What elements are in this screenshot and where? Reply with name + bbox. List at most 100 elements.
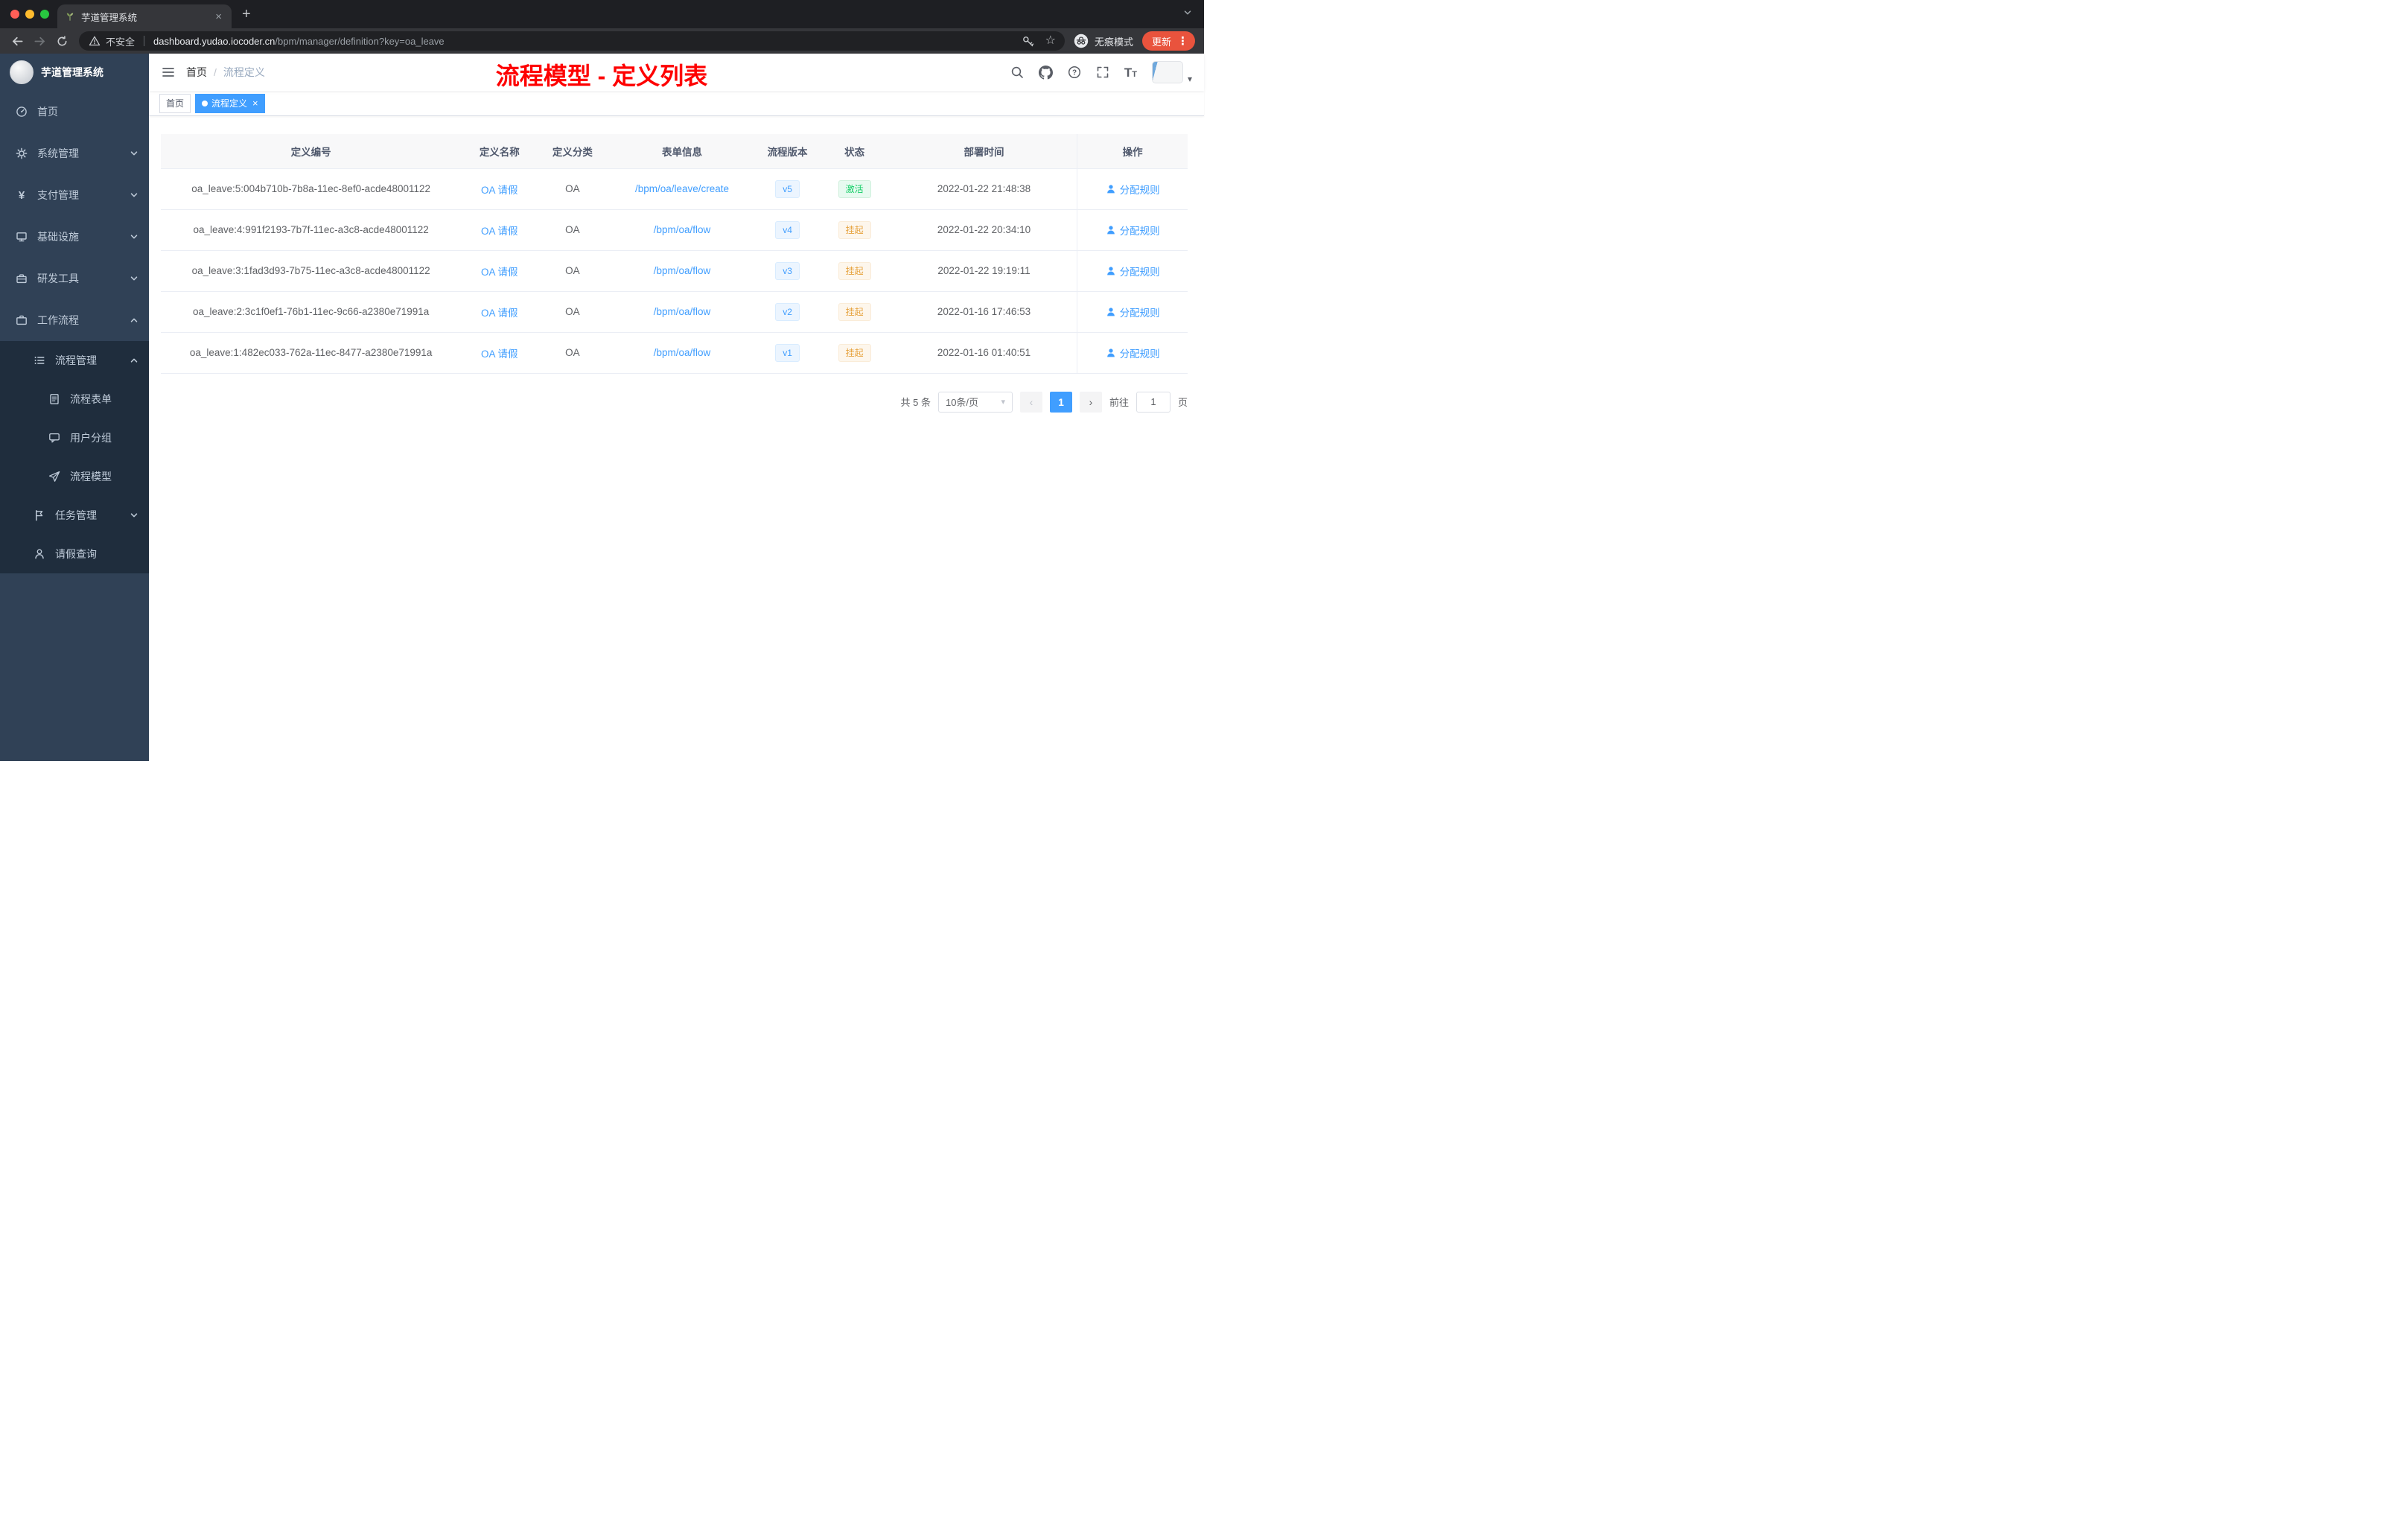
form-link[interactable]: /bpm/oa/leave/create <box>635 183 729 194</box>
sidebar-item-infrastructure[interactable]: 基础设施 <box>0 216 149 258</box>
form-link[interactable]: /bpm/oa/flow <box>654 265 711 276</box>
browser-menu-icon[interactable]: ⋮ <box>1177 34 1188 48</box>
close-window-button[interactable] <box>10 10 19 19</box>
security-chip[interactable]: 不安全 <box>88 34 135 48</box>
assign-rule-link[interactable]: 分配规则 <box>1106 305 1160 319</box>
status-tag: 挂起 <box>838 302 871 321</box>
status-tag: 挂起 <box>838 343 871 362</box>
reload-button[interactable] <box>51 31 73 51</box>
assign-rule-link[interactable]: 分配规则 <box>1106 182 1160 197</box>
assign-rule-label: 分配规则 <box>1119 266 1160 278</box>
definition-name-link[interactable]: OA 请假 <box>481 267 518 278</box>
deploy-time-cell: 2022-01-16 17:46:53 <box>891 291 1077 333</box>
table-row: oa_leave:1:482ec033-762a-11ec-8477-a2380… <box>161 332 1188 374</box>
avatar[interactable] <box>1151 61 1183 83</box>
breadcrumb-current: 流程定义 <box>223 66 265 78</box>
bookmark-star-icon[interactable]: ☆ <box>1045 35 1056 47</box>
version-tag: v2 <box>775 302 800 321</box>
view-tag[interactable]: 首页 <box>159 93 191 113</box>
tab-title: 芋道管理系统 <box>81 12 138 23</box>
goto-page-input[interactable] <box>1135 391 1170 413</box>
security-label: 不安全 <box>106 36 136 48</box>
sidebar-item-label: 任务管理 <box>55 509 97 521</box>
sidebar-item-label: 支付管理 <box>37 189 79 201</box>
back-button[interactable] <box>6 31 28 51</box>
assign-rule-link[interactable]: 分配规则 <box>1106 223 1160 238</box>
definition-name-link[interactable]: OA 请假 <box>481 308 518 319</box>
version-tag: v1 <box>775 343 800 362</box>
definition-name-link[interactable]: OA 请假 <box>481 226 518 237</box>
definition-name-link[interactable]: OA 请假 <box>481 185 518 196</box>
font-size-icon[interactable]: TT <box>1124 66 1137 79</box>
hamburger-icon[interactable] <box>161 65 176 80</box>
incognito-icon <box>1074 34 1089 48</box>
update-button[interactable]: 更新 ⋮ <box>1141 31 1195 51</box>
svg-text:?: ? <box>1072 69 1077 77</box>
page-number-button[interactable]: 1 <box>1049 391 1072 413</box>
status-tag: 挂起 <box>838 261 871 280</box>
forward-button[interactable] <box>28 31 51 51</box>
tab-close-icon[interactable]: × <box>213 10 224 23</box>
sidebar-item-payment[interactable]: ¥ 支付管理 <box>0 174 149 216</box>
page-size-select[interactable]: 10条/页 ▾ <box>937 391 1013 413</box>
goto-label: 前往 <box>1109 397 1129 408</box>
chevron-down-icon <box>130 149 138 158</box>
breadcrumb: 首页 / 流程定义 <box>186 65 265 80</box>
sidebar-item-home[interactable]: 首页 <box>0 91 149 133</box>
sidebar-item-task-manage[interactable]: 任务管理 <box>0 496 149 535</box>
sidebar-item-label: 工作流程 <box>37 314 79 326</box>
url-text: dashboard.yudao.iocoder.cn/bpm/manager/d… <box>153 36 445 47</box>
definition-id-cell: oa_leave:2:3c1f0ef1-76b1-11ec-9c66-a2380… <box>161 291 462 333</box>
sidebar-item-label: 研发工具 <box>37 273 79 284</box>
sidebar-item-workflow[interactable]: 工作流程 <box>0 299 149 341</box>
chevron-up-icon <box>130 316 138 325</box>
user-menu[interactable]: ▾ <box>1151 61 1192 84</box>
form-link[interactable]: /bpm/oa/flow <box>654 306 711 317</box>
version-tag: v3 <box>775 261 800 280</box>
address-bar[interactable]: 不安全 dashboard.yudao.iocoder.cn/bpm/manag… <box>79 31 1065 51</box>
view-tag[interactable]: 流程定义 × <box>195 93 265 113</box>
sidebar-item-process-form[interactable]: 流程表单 <box>0 380 149 418</box>
sidebar-item-label: 请假查询 <box>55 548 97 560</box>
table-row: oa_leave:5:004b710b-7b8a-11ec-8ef0-acde4… <box>161 168 1188 210</box>
browser-tab[interactable]: 芋道管理系统 × <box>57 4 232 28</box>
password-key-icon[interactable] <box>1022 34 1035 48</box>
table-header-row: 定义编号 定义名称 定义分类 表单信息 流程版本 状态 部署时间 操作 <box>161 134 1188 169</box>
assign-rule-link[interactable]: 分配规则 <box>1106 346 1160 360</box>
form-link[interactable]: /bpm/oa/flow <box>654 224 711 235</box>
form-link[interactable]: /bpm/oa/flow <box>654 347 711 358</box>
tab-list-chevron-icon[interactable] <box>1183 8 1192 17</box>
user-icon <box>1106 184 1116 194</box>
yen-icon: ¥ <box>18 188 25 202</box>
breadcrumb-home[interactable]: 首页 <box>186 65 207 80</box>
zoom-window-button[interactable] <box>40 10 49 19</box>
sidebar-item-user-group[interactable]: 用户分组 <box>0 418 149 457</box>
prev-page-button[interactable]: ‹ <box>1019 391 1042 413</box>
search-icon[interactable] <box>1010 66 1024 79</box>
next-page-button[interactable]: › <box>1079 391 1102 413</box>
assign-rule-link[interactable]: 分配规则 <box>1106 264 1160 278</box>
page-size-value: 10条/页 <box>945 397 979 408</box>
sidebar-item-process-manage[interactable]: 流程管理 <box>0 341 149 380</box>
incognito-label: 无痕模式 <box>1094 36 1133 48</box>
tags-bar: 首页 流程定义 × <box>149 91 1204 116</box>
sidebar-item-process-model[interactable]: 流程模型 <box>0 457 149 496</box>
minimize-window-button[interactable] <box>25 10 34 19</box>
model-icon <box>48 470 61 483</box>
definition-name-link[interactable]: OA 请假 <box>481 348 518 360</box>
caret-down-icon: ▾ <box>1187 74 1192 84</box>
fullscreen-icon[interactable] <box>1096 66 1109 79</box>
help-icon[interactable]: ? <box>1068 66 1081 79</box>
user-icon <box>1106 307 1116 317</box>
chevron-down-icon <box>130 191 138 200</box>
column-header: 部署时间 <box>891 134 1077 169</box>
column-header: 定义名称 <box>461 134 538 169</box>
sidebar-item-leave-query[interactable]: 请假查询 <box>0 535 149 573</box>
new-tab-button[interactable]: + <box>242 6 251 23</box>
sidebar-item-system[interactable]: 系统管理 <box>0 133 149 174</box>
sidebar-item-devtools[interactable]: 研发工具 <box>0 258 149 299</box>
close-icon[interactable]: × <box>252 98 258 109</box>
deploy-time-cell: 2022-01-22 20:34:10 <box>891 209 1077 251</box>
breadcrumb-separator: / <box>214 66 217 78</box>
github-icon[interactable] <box>1038 65 1053 80</box>
